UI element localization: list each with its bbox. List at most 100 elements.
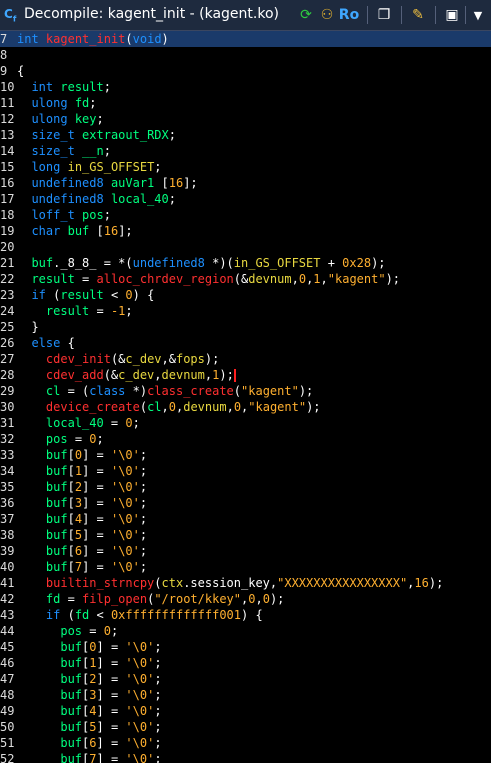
code-line[interactable]: 11 ulong fd; [0,95,491,111]
code-text[interactable]: result = alloc_chrdev_region(&devnum,0,1… [17,271,400,287]
code-text[interactable]: { [17,63,24,79]
code-line[interactable]: 16 undefined8 auVar1 [16]; [0,175,491,191]
code-text[interactable]: buf[1] = '\0'; [17,463,147,479]
code-line[interactable]: 46 buf[1] = '\0'; [0,655,491,671]
code-text[interactable]: undefined8 local_40; [17,191,176,207]
code-line[interactable]: 10 int result; [0,79,491,95]
code-text[interactable]: buf[7] = '\0'; [17,559,147,575]
edit-icon[interactable]: ✎ [408,5,428,25]
code-text[interactable]: buf[2] = '\0'; [17,671,161,687]
code-line[interactable]: 35 buf[2] = '\0'; [0,479,491,495]
code-line[interactable]: 29 cl = (class *)class_create("kagent"); [0,383,491,399]
code-line[interactable]: 44 pos = 0; [0,623,491,639]
code-line[interactable]: 15 long in_GS_OFFSET; [0,159,491,175]
code-text[interactable]: device_create(cl,0,devnum,0,"kagent"); [17,399,321,415]
code-line[interactable]: 32 pos = 0; [0,431,491,447]
code-text[interactable]: buf[5] = '\0'; [17,719,161,735]
code-line[interactable]: 42 fd = filp_open("/root/kkey",0,0); [0,591,491,607]
code-line[interactable]: 50 buf[5] = '\0'; [0,719,491,735]
code-text[interactable]: buf[3] = '\0'; [17,687,161,703]
code-line[interactable]: 36 buf[3] = '\0'; [0,495,491,511]
code-text[interactable]: cdev_init(&c_dev,&fops); [17,351,219,367]
code-text[interactable]: size_t extraout_RDX; [17,127,176,143]
code-text[interactable]: buf[4] = '\0'; [17,511,147,527]
code-text[interactable]: long in_GS_OFFSET; [17,159,161,175]
code-line[interactable]: 20 [0,239,491,255]
code-line[interactable]: 13 size_t extraout_RDX; [0,127,491,143]
code-text[interactable]: ulong fd; [17,95,96,111]
code-text[interactable]: buf[0] = '\0'; [17,447,147,463]
code-text[interactable]: local_40 = 0; [17,415,140,431]
code-line[interactable]: 43 if (fd < 0xfffffffffffff001) { [0,607,491,623]
code-text[interactable]: result = -1; [17,303,133,319]
code-text[interactable]: ulong key; [17,111,103,127]
chevron-down-icon[interactable]: ▼ [470,5,486,25]
code-text[interactable]: if (fd < 0xfffffffffffff001) { [17,607,263,623]
code-line[interactable]: 39 buf[6] = '\0'; [0,543,491,559]
code-line[interactable]: 45 buf[0] = '\0'; [0,639,491,655]
code-line[interactable]: 34 buf[1] = '\0'; [0,463,491,479]
code-text[interactable]: builtin_strncpy(ctx.session_key,"XXXXXXX… [17,575,443,591]
code-line[interactable]: 23 if (result < 0) { [0,287,491,303]
code-line[interactable]: 22 result = alloc_chrdev_region(&devnum,… [0,271,491,287]
code-text[interactable]: buf[2] = '\0'; [17,479,147,495]
code-line[interactable]: 52 buf[7] = '\0'; [0,751,491,763]
code-line[interactable]: 27 cdev_init(&c_dev,&fops); [0,351,491,367]
code-line[interactable]: 47 buf[2] = '\0'; [0,671,491,687]
code-text[interactable]: buf[0] = '\0'; [17,639,161,655]
code-text[interactable]: loff_t pos; [17,207,111,223]
code-line[interactable]: 12 ulong key; [0,111,491,127]
read-only-toggle[interactable]: Ro [338,5,360,25]
code-line[interactable]: 51 buf[6] = '\0'; [0,735,491,751]
code-line[interactable]: 9{ [0,63,491,79]
code-text[interactable]: pos = 0; [17,623,118,639]
code-text[interactable]: size_t __n; [17,143,111,159]
code-line[interactable]: 17 undefined8 local_40; [0,191,491,207]
function-graph-icon[interactable]: ⚇ [318,5,336,25]
code-line[interactable]: 24 result = -1; [0,303,491,319]
code-text[interactable]: buf[6] = '\0'; [17,543,147,559]
code-text[interactable]: } [17,319,38,335]
code-line[interactable]: 41 builtin_strncpy(ctx.session_key,"XXXX… [0,575,491,591]
code-line[interactable]: 38 buf[5] = '\0'; [0,527,491,543]
code-text[interactable]: buf._8_8_ = *(undefined8 *)(in_GS_OFFSET… [17,255,385,271]
code-line[interactable]: 8 [0,47,491,63]
code-text[interactable]: buf[3] = '\0'; [17,495,147,511]
decompiled-code-view[interactable]: 7 int kagent_init(void) 8 9{10 int result; 1… [0,31,491,763]
code-text[interactable]: int kagent_init(void) [17,31,169,47]
snapshot-icon[interactable]: ▣ [442,5,462,25]
code-text[interactable]: if (result < 0) { [17,287,154,303]
code-text[interactable]: cl = (class *)class_create("kagent"); [17,383,313,399]
code-text[interactable]: buf[6] = '\0'; [17,735,161,751]
code-text[interactable]: buf[1] = '\0'; [17,655,161,671]
code-line[interactable]: 49 buf[4] = '\0'; [0,703,491,719]
code-line[interactable]: 21 buf._8_8_ = *(undefined8 *)(in_GS_OFF… [0,255,491,271]
code-line[interactable]: 26 else { [0,335,491,351]
copy-icon[interactable]: ❐ [374,5,394,25]
code-line[interactable]: 48 buf[3] = '\0'; [0,687,491,703]
code-text[interactable]: buf[7] = '\0'; [17,751,161,763]
refresh-icon[interactable]: ⟳ [297,5,315,25]
code-line[interactable]: 31 local_40 = 0; [0,415,491,431]
code-text[interactable]: int result; [17,79,111,95]
code-text[interactable]: fd = filp_open("/root/kkey",0,0); [17,591,285,607]
code-line[interactable]: 7 int kagent_init(void) [0,31,491,47]
code-line[interactable]: 33 buf[0] = '\0'; [0,447,491,463]
code-text[interactable]: else { [17,335,74,351]
code-line[interactable]: 30 device_create(cl,0,devnum,0,"kagent")… [0,399,491,415]
code-line[interactable]: 28 cdev_add(&c_dev,devnum,1); [0,367,491,383]
code-token: long [31,160,61,174]
code-token: ; [139,448,148,462]
code-text[interactable]: cdev_add(&c_dev,devnum,1); [17,367,236,383]
code-line[interactable]: 37 buf[4] = '\0'; [0,511,491,527]
code-text[interactable]: buf[5] = '\0'; [17,527,147,543]
code-line[interactable]: 19 char buf [16]; [0,223,491,239]
code-text[interactable]: undefined8 auVar1 [16]; [17,175,197,191]
code-line[interactable]: 25 } [0,319,491,335]
code-line[interactable]: 40 buf[7] = '\0'; [0,559,491,575]
code-text[interactable]: char buf [16]; [17,223,132,239]
code-line[interactable]: 14 size_t __n; [0,143,491,159]
code-text[interactable]: pos = 0; [17,431,104,447]
code-text[interactable]: buf[4] = '\0'; [17,703,161,719]
code-line[interactable]: 18 loff_t pos; [0,207,491,223]
